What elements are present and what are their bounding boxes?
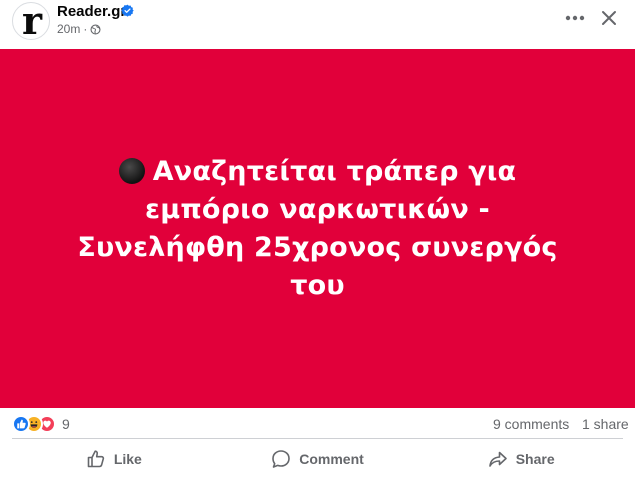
- post-stats: 9 9 comments 1 share: [0, 408, 635, 438]
- avatar-logo-letter: r: [21, 2, 43, 40]
- comments-count-link[interactable]: 9 comments: [493, 416, 569, 432]
- post-meta: 20m ·: [57, 22, 101, 36]
- close-button[interactable]: [596, 6, 622, 30]
- post-action-bar: Like Comment Share: [0, 440, 635, 478]
- post-header: r Reader.gr 20m ·: [0, 0, 635, 49]
- globe-icon[interactable]: [90, 23, 101, 35]
- shares-count-link[interactable]: 1 share: [582, 416, 629, 432]
- share-icon: [488, 451, 507, 467]
- post-timestamp[interactable]: 20m: [57, 22, 80, 36]
- post-headline: Αναζητείται τράπερ για εμπόριο ναρκωτικώ…: [77, 155, 558, 301]
- like-button[interactable]: Like: [12, 440, 216, 478]
- black-circle-icon: [118, 157, 145, 184]
- comment-icon: [272, 450, 291, 468]
- post-headline-block: Αναζητείται τράπερ για εμπόριο ναρκωτικώ…: [58, 153, 578, 305]
- page-name-link[interactable]: Reader.gr: [57, 3, 126, 21]
- page-avatar[interactable]: r: [12, 2, 50, 40]
- more-options-button[interactable]: [562, 6, 588, 30]
- thumbs-up-icon: [87, 450, 104, 468]
- verified-badge-icon: [121, 4, 134, 17]
- close-icon: [602, 11, 616, 25]
- like-reaction-icon: [12, 415, 30, 433]
- comment-label: Comment: [299, 451, 364, 467]
- actions-divider: [12, 438, 623, 439]
- like-label: Like: [113, 451, 142, 467]
- reactions-summary[interactable]: 9: [12, 415, 70, 433]
- comment-button[interactable]: Comment: [216, 440, 420, 478]
- share-button[interactable]: Share: [419, 440, 623, 478]
- post-image[interactable]: Αναζητείται τράπερ για εμπόριο ναρκωτικώ…: [0, 49, 635, 408]
- reaction-count[interactable]: 9: [62, 416, 70, 432]
- share-label: Share: [515, 451, 555, 467]
- more-options-icon: [565, 15, 585, 21]
- meta-separator: ·: [83, 22, 88, 36]
